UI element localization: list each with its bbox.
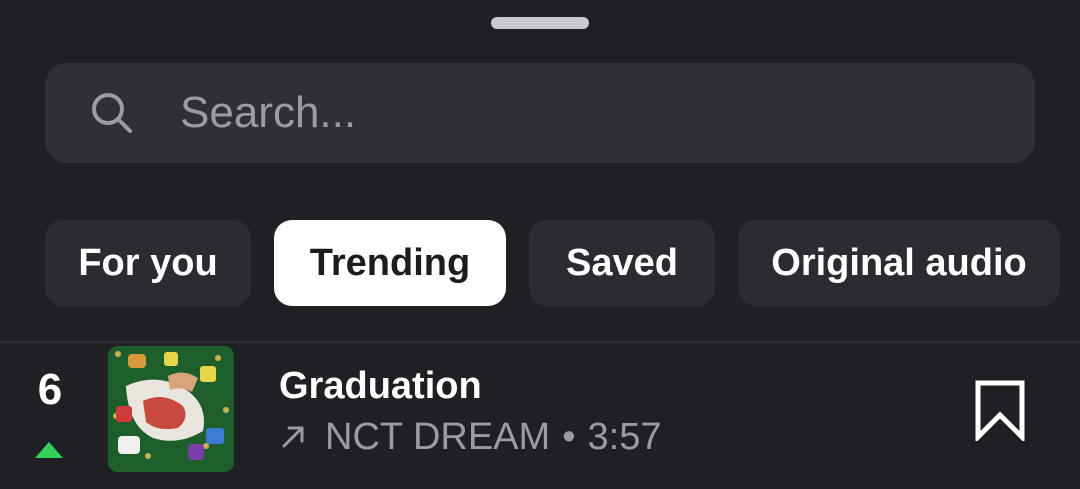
track-artist[interactable]: NCT DREAM (325, 416, 550, 459)
bookmark-icon[interactable] (972, 379, 1028, 441)
track-rank: 6 (37, 365, 63, 414)
track-row[interactable]: 6 Graduation NCT DREAM • 3:57 (0, 343, 1080, 489)
bottom-sheet: For you Trending Saved Original audio 6 (0, 0, 1080, 489)
arrow-up-right-icon (282, 426, 304, 448)
drag-handle[interactable] (491, 17, 589, 29)
album-art-image (108, 346, 234, 472)
tab-original-audio[interactable]: Original audio (738, 220, 1060, 306)
tab-saved[interactable]: Saved (529, 220, 715, 306)
search-input[interactable] (180, 83, 1000, 143)
filter-tabs: For you Trending Saved Original audio (45, 220, 1060, 306)
track-meta: NCT DREAM • 3:57 (279, 415, 661, 459)
tab-trending[interactable]: Trending (274, 220, 506, 306)
trend-up-icon (35, 442, 63, 458)
track-duration: 3:57 (587, 415, 662, 458)
track-title[interactable]: Graduation (279, 365, 482, 408)
meta-separator: • (562, 415, 576, 458)
album-cover[interactable] (108, 346, 234, 472)
search-bar[interactable] (45, 63, 1035, 163)
tab-for-you[interactable]: For you (45, 220, 251, 306)
search-icon (92, 93, 132, 133)
